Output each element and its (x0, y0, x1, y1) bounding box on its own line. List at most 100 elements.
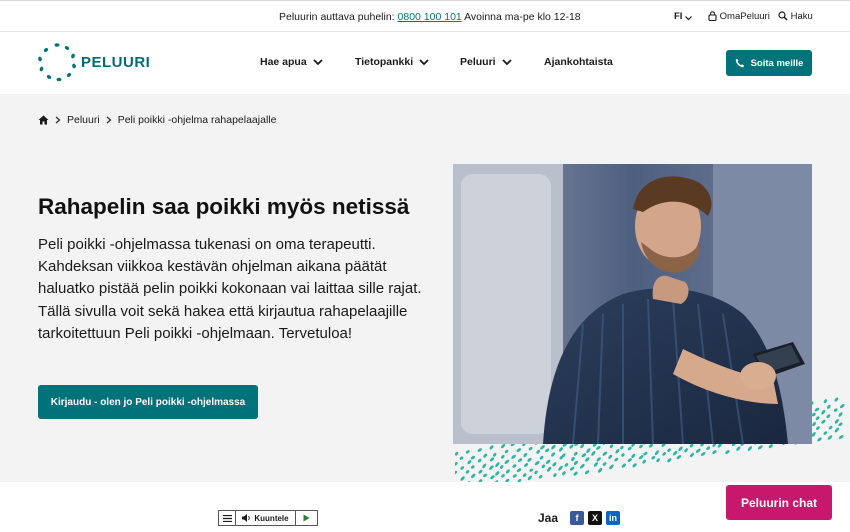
decor-dot (608, 454, 613, 459)
breadcrumb-current: Peli poikki -ohjelma rahapelaajalle (117, 114, 277, 126)
decor-dot (639, 444, 643, 449)
decor-dot (816, 426, 820, 430)
decor-dot (814, 407, 820, 412)
decor-dot (821, 419, 826, 424)
decor-dot (827, 435, 833, 440)
chat-button[interactable]: Peluurin chat (726, 485, 832, 520)
decor-dot (593, 462, 598, 467)
logo-text: PELUURI (81, 53, 151, 71)
decor-dot (504, 449, 509, 454)
logo-dots-icon (38, 43, 76, 82)
listen-label: Kuuntele (254, 513, 289, 523)
decor-dot (834, 427, 840, 433)
decor-dot (470, 455, 475, 460)
decor-dot (536, 449, 540, 454)
share-label: Jaa (538, 511, 559, 525)
man-with-phone-image (453, 164, 812, 444)
decor-dot (602, 451, 608, 456)
breadcrumb-link-peluuri[interactable]: Peluuri (67, 114, 100, 126)
decor-dot (534, 470, 538, 475)
home-icon[interactable] (38, 115, 49, 125)
decor-dot (584, 470, 590, 475)
decor-dot (817, 437, 822, 442)
login-cta-button[interactable]: Kirjaudu - olen jo Peli poikki -ohjelmas… (38, 385, 258, 419)
decor-dot (736, 446, 741, 451)
nav-label: Tietopankki (355, 56, 414, 68)
nav-tietopankki[interactable]: Tietopankki (355, 56, 429, 68)
language-label: FI (674, 11, 683, 22)
peluuri-logo[interactable]: PELUURI (37, 42, 150, 82)
menu-icon (222, 514, 232, 522)
nav-hae-apua[interactable]: Hae apua (260, 56, 323, 68)
decor-dot (483, 453, 488, 458)
decor-dot (558, 465, 563, 471)
decor-dot (609, 464, 614, 470)
nav-peluuri[interactable]: Peluuri (460, 56, 512, 68)
x-icon[interactable]: X (588, 511, 603, 525)
decor-dot (815, 416, 820, 421)
chevron-down-icon (419, 59, 429, 66)
call-us-button[interactable]: Soita meille (726, 50, 812, 76)
decor-dot (667, 448, 671, 452)
readspeaker-player: Kuuntele (218, 510, 318, 526)
share-box: Jaa f X in (528, 504, 632, 532)
decor-dot (540, 445, 545, 450)
call-us-label: Soita meille (750, 57, 804, 69)
chevron-down-icon (501, 59, 512, 66)
decor-dot (552, 462, 557, 467)
decor-dot (570, 466, 575, 471)
chevron-right-icon (106, 116, 112, 124)
decor-dot (483, 473, 487, 478)
decor-dot (501, 474, 505, 478)
decor-dot (596, 445, 601, 450)
helpline-number-link[interactable]: 0800 100 101 (398, 11, 462, 23)
decor-dot (511, 454, 516, 459)
main-header: PELUURI Hae apua Tietopankki Peluuri Aja… (0, 32, 850, 94)
decor-dot (490, 475, 495, 480)
decor-dot (725, 450, 730, 455)
decor-dot (547, 466, 552, 472)
search-button[interactable]: Haku (778, 11, 813, 22)
decor-dot (768, 444, 773, 449)
decor-dot (477, 458, 482, 463)
decor-dot (823, 431, 828, 435)
decor-dot (609, 444, 614, 448)
decor-dot (642, 459, 646, 464)
decor-dot (459, 456, 464, 460)
facebook-icon[interactable]: f (570, 511, 585, 525)
omapeluuri-link[interactable]: OmaPeluuri (708, 11, 770, 22)
language-selector[interactable]: FI (674, 11, 693, 22)
decor-dot (569, 444, 574, 449)
decor-dot (501, 454, 505, 459)
decor-dot (643, 451, 648, 456)
decor-dot (672, 450, 678, 456)
decor-dot (482, 463, 487, 469)
chevron-down-icon (685, 16, 693, 21)
decor-dot (477, 448, 482, 452)
decor-dot (527, 475, 532, 481)
decor-dot (638, 455, 644, 460)
nav-ajankohtaista[interactable]: Ajankohtaista (544, 56, 613, 68)
decor-dot (812, 422, 816, 427)
decor-dot (758, 445, 763, 450)
decor-dot (826, 414, 831, 419)
decor-dot (627, 458, 632, 462)
decor-dot (631, 453, 636, 458)
play-button[interactable] (296, 511, 317, 525)
decor-dot (585, 457, 590, 462)
omapeluuri-label: OmaPeluuri (719, 11, 770, 22)
decor-dot (662, 452, 667, 456)
decor-dot (478, 469, 483, 474)
decor-dot (518, 458, 523, 463)
decor-dot (522, 473, 527, 477)
decor-dot (689, 444, 694, 448)
decor-dot (839, 403, 845, 409)
decor-dot (460, 476, 465, 481)
decor-dot (712, 450, 717, 455)
lock-icon (708, 11, 717, 22)
decor-dot (538, 475, 543, 479)
player-menu-button[interactable] (219, 511, 236, 525)
nav-label: Hae apua (260, 56, 307, 68)
linkedin-icon[interactable]: in (606, 511, 621, 525)
listen-button[interactable]: Kuuntele (236, 511, 296, 525)
